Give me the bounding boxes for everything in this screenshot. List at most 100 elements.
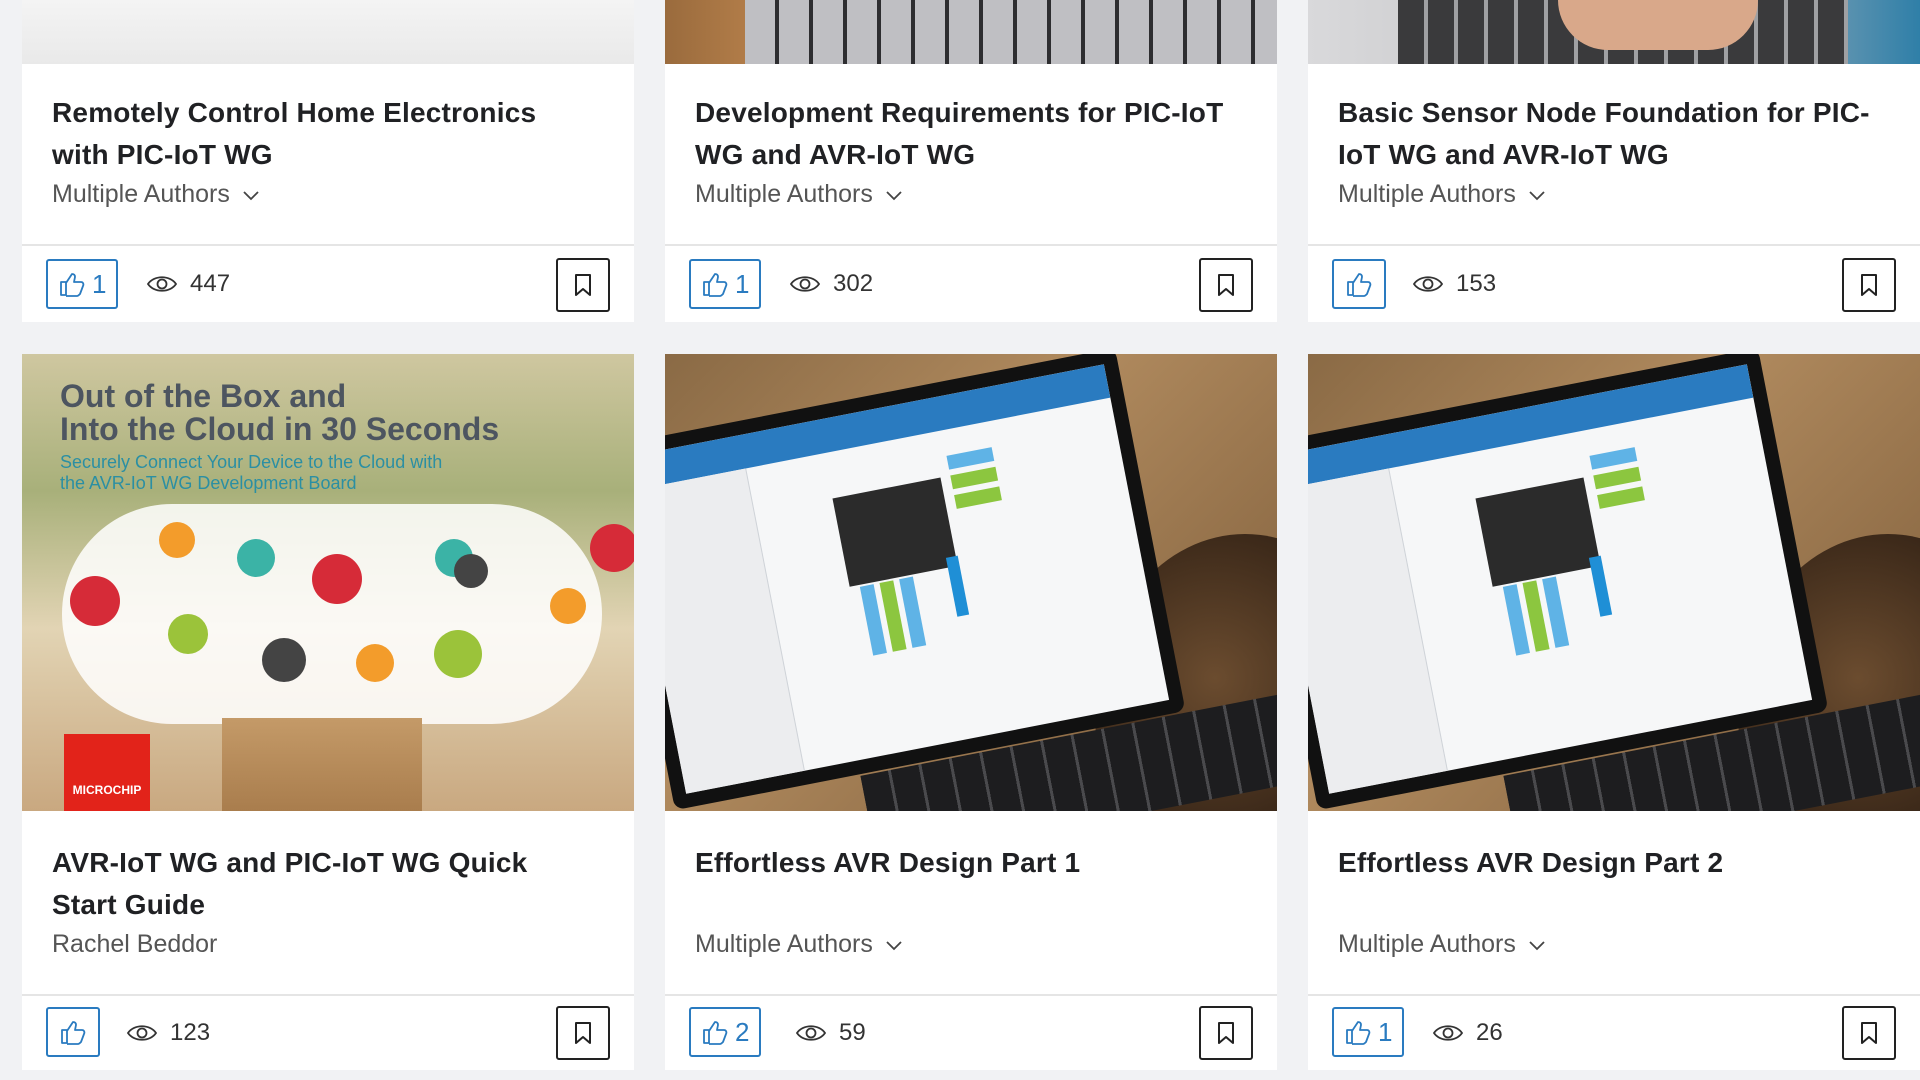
chevron-down-icon [1529, 190, 1545, 200]
like-button[interactable]: 1 [1332, 1007, 1405, 1057]
author-dropdown[interactable]: Multiple Authors [695, 180, 903, 209]
thumbs-up-icon [703, 1021, 728, 1045]
content-grid: Remotely Control Home Electronics with PI… [0, 0, 1920, 1080]
headline: Out of the Box and Into the Cloud in 30 S… [60, 378, 500, 447]
view-count: 153 [1412, 270, 1496, 298]
view-count-value: 302 [833, 270, 874, 297]
divider [22, 244, 634, 246]
bookmark-icon [575, 1022, 591, 1044]
thumbs-up-icon [61, 1021, 86, 1045]
view-count-value: 59 [839, 1019, 866, 1046]
bookmark-button[interactable] [1842, 1006, 1896, 1060]
author-name: Multiple Authors [695, 930, 873, 958]
author-name: Multiple Authors [1338, 930, 1516, 958]
like-button[interactable]: 2 [689, 1007, 762, 1057]
author-name[interactable]: Rachel Beddor [52, 930, 217, 959]
screen-pin-list [1308, 468, 1448, 794]
bookmark-button[interactable] [1842, 258, 1896, 312]
microchip-logo: MICROCHIP [64, 734, 150, 811]
like-button[interactable] [46, 1007, 100, 1057]
card-title[interactable]: AVR-IoT WG and PIC-IoT WG Quick Start Gui… [52, 842, 604, 926]
card-thumbnail[interactable]: Out of the Box and Into the Cloud in 30 S… [22, 354, 634, 811]
article-card[interactable]: Out of the Box and Into the Cloud in 30 S… [22, 354, 634, 1070]
divider [665, 244, 1277, 246]
hands-image [1558, 0, 1758, 50]
thumbs-up-icon [703, 273, 728, 297]
author-name: Multiple Authors [1338, 180, 1516, 208]
view-count: 123 [126, 1019, 210, 1047]
view-count: 59 [795, 1019, 866, 1047]
pin-diagram [1588, 555, 1613, 617]
screen-pin-list [665, 468, 805, 794]
divider [1308, 244, 1920, 246]
subheadline: Securely Connect Your Device to the Clou… [60, 452, 443, 493]
pin-diagram [950, 466, 999, 490]
chevron-down-icon [886, 940, 902, 950]
chevron-down-icon [1529, 940, 1545, 950]
chevron-down-icon [243, 190, 259, 200]
card-title[interactable]: Effortless AVR Design Part 1 [695, 842, 1247, 884]
pin-diagram [1589, 447, 1638, 470]
divider [1308, 994, 1920, 996]
eye-icon [146, 276, 178, 292]
pin-diagram [954, 486, 1002, 509]
card-thumbnail[interactable] [665, 354, 1277, 811]
bookmark-icon [1218, 1022, 1234, 1044]
author-name: Multiple Authors [695, 180, 873, 208]
view-count: 447 [146, 270, 230, 298]
card-thumbnail[interactable] [1308, 354, 1920, 811]
bookmark-icon [1861, 274, 1877, 296]
divider [22, 994, 634, 996]
bookmark-icon [1861, 1022, 1877, 1044]
card-title[interactable]: Effortless AVR Design Part 2 [1338, 842, 1890, 884]
author-dropdown[interactable]: Multiple Authors [1338, 180, 1546, 209]
pin-diagram [1597, 486, 1645, 509]
divider [665, 994, 1277, 996]
like-count: 1 [92, 268, 107, 299]
view-count-value: 447 [190, 270, 231, 297]
bookmark-icon [575, 274, 591, 296]
cardboard-box [222, 718, 422, 811]
card-title[interactable]: Basic Sensor Node Foundation for PIC- IoT… [1338, 92, 1890, 176]
bookmark-button[interactable] [556, 258, 610, 312]
article-card[interactable]: Effortless AVR Design Part 2 Multiple Au… [1308, 354, 1920, 1070]
chevron-down-icon [886, 190, 902, 200]
author-dropdown[interactable]: Multiple Authors [695, 930, 903, 959]
article-card[interactable]: Basic Sensor Node Foundation for PIC- IoT… [1308, 0, 1920, 322]
pin-diagram [945, 555, 970, 617]
card-thumbnail[interactable] [22, 0, 634, 64]
bookmark-button[interactable] [1199, 258, 1253, 312]
keyboard-image [745, 0, 1277, 64]
eye-icon [1432, 1025, 1464, 1041]
eye-icon [1412, 276, 1444, 292]
like-button[interactable] [1332, 259, 1386, 309]
view-count: 26 [1432, 1019, 1503, 1047]
bookmark-button[interactable] [1199, 1006, 1253, 1060]
pin-diagram [1593, 466, 1642, 490]
thumbs-up-icon [60, 273, 85, 297]
like-count: 1 [1378, 1016, 1393, 1047]
chip-diagram [1475, 477, 1601, 587]
author-dropdown[interactable]: Multiple Authors [52, 180, 260, 209]
card-title[interactable]: Remotely Control Home Electronics with PI… [52, 92, 604, 176]
view-count-value: 26 [1476, 1019, 1503, 1046]
eye-icon [126, 1025, 158, 1041]
view-count: 302 [789, 270, 873, 298]
like-button[interactable]: 1 [689, 259, 762, 309]
author-dropdown[interactable]: Multiple Authors [1338, 930, 1546, 959]
card-thumbnail[interactable] [1308, 0, 1920, 64]
article-card[interactable]: Remotely Control Home Electronics with PI… [22, 0, 634, 322]
bookmark-icon [1218, 274, 1234, 296]
like-count: 1 [735, 268, 750, 299]
eye-icon [795, 1025, 827, 1041]
eye-icon [789, 276, 821, 292]
bookmark-button[interactable] [556, 1006, 610, 1060]
like-button[interactable]: 1 [46, 259, 119, 309]
article-card[interactable]: Effortless AVR Design Part 1 Multiple Au… [665, 354, 1277, 1070]
author-name: Multiple Authors [52, 180, 230, 208]
card-title[interactable]: Development Requirements for PIC-IoT WG a… [695, 92, 1247, 176]
article-card[interactable]: Development Requirements for PIC-IoT WG a… [665, 0, 1277, 322]
card-thumbnail[interactable] [665, 0, 1277, 64]
thumbs-up-icon [1347, 273, 1372, 297]
pin-diagram [946, 447, 995, 470]
